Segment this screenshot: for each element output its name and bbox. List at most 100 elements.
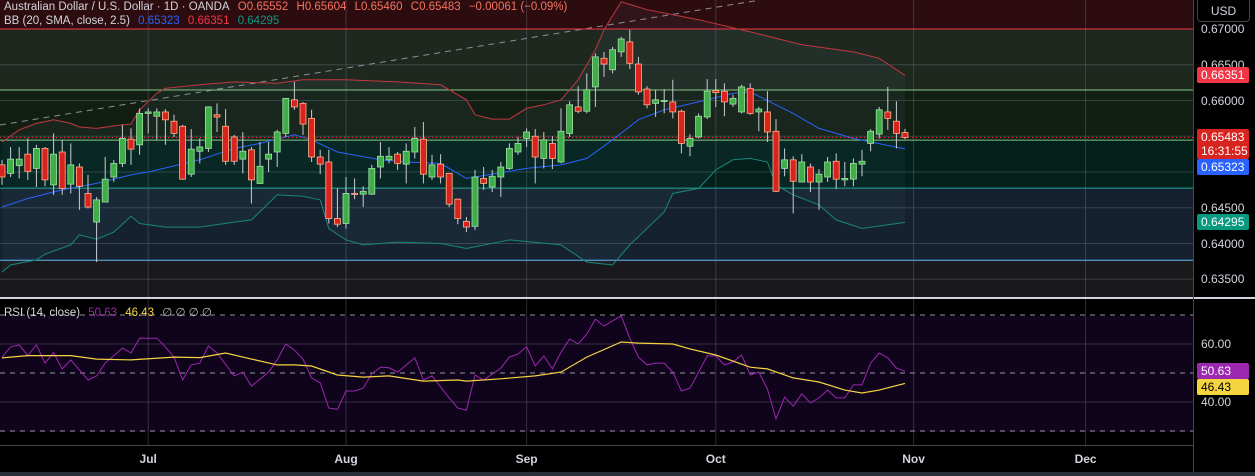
- candle-body-down: [247, 149, 255, 181]
- date-tick-label: Dec: [1074, 452, 1097, 466]
- last-price-badge: 0.65483 16:31:55: [1197, 129, 1249, 160]
- candle: [695, 113, 702, 139]
- ohlc-open: O0.65552: [237, 1, 289, 13]
- candle-body-down: [76, 166, 83, 187]
- rsi-extra-values: ∅ ∅ ∅ ∅: [162, 307, 212, 319]
- candle-body-down: [746, 87, 754, 114]
- candle-body-up: [841, 178, 849, 181]
- candle-body-down: [84, 193, 92, 208]
- currency-button[interactable]: USD: [1197, 0, 1250, 22]
- candle-body-down: [574, 106, 582, 112]
- candle-body-up: [196, 146, 204, 152]
- time-axis-separator: [0, 445, 1193, 446]
- candle-body-up: [15, 158, 23, 166]
- candle-body-down: [901, 132, 909, 138]
- candle-body-up: [609, 49, 616, 71]
- candle-body-down: [161, 111, 169, 121]
- candle-body-down: [308, 117, 316, 158]
- candle-body-down: [437, 163, 445, 178]
- candle-body-up: [282, 97, 290, 134]
- candle-body-up: [471, 176, 479, 227]
- ohlc-change: −0.00061 (−0.09%): [468, 1, 568, 13]
- price-tick-label: 0.66000: [1201, 93, 1245, 108]
- rsi-band-background: [0, 316, 1193, 432]
- candle-body-up: [566, 104, 573, 134]
- candle-body-up: [101, 178, 109, 203]
- candle-body-up: [755, 108, 763, 113]
- candle-body-up: [411, 137, 419, 153]
- candle: [368, 164, 376, 195]
- candle-body-down: [712, 90, 720, 94]
- candle-body-down: [626, 41, 634, 64]
- bb-lower-value: 0.64295: [237, 15, 280, 27]
- date-tick-label: Sep: [515, 452, 538, 466]
- candle-body-up: [540, 139, 548, 159]
- candle-body-down: [643, 88, 651, 106]
- date-tick-label: Aug: [334, 452, 358, 466]
- rsi-ma-value: 46.43: [125, 307, 155, 319]
- candle-body-down: [213, 114, 221, 118]
- candle-body-up: [33, 148, 40, 169]
- candle-body-down: [832, 160, 840, 180]
- bottom-strip: [0, 472, 1255, 476]
- rsi-tick-label: 40.00: [1201, 395, 1232, 409]
- candle-body-up: [824, 161, 831, 178]
- chart-canvas[interactable]: [0, 0, 1255, 476]
- candle-body-up: [265, 153, 273, 160]
- candle-body-up: [858, 160, 866, 165]
- candle-body-down: [678, 110, 685, 144]
- candle-body-up: [850, 163, 857, 180]
- candle-body-down: [600, 57, 608, 65]
- candle-body-up: [505, 148, 513, 169]
- candle-body-down: [170, 120, 178, 134]
- bb-basis-badge: 0.65323: [1197, 158, 1249, 175]
- candle-body-down: [0, 164, 6, 178]
- rsi-tick-label: 60.00: [1201, 337, 1232, 351]
- symbol-legend: Australian Dollar / U.S. Dollar · 1D · O…: [4, 1, 572, 13]
- candle: [230, 134, 238, 165]
- candle-body-up: [798, 161, 806, 183]
- candle-body-up: [652, 99, 659, 104]
- candle: [445, 173, 453, 208]
- pane-separator[interactable]: [0, 297, 1255, 299]
- candle: [204, 106, 212, 152]
- candle-body-up: [385, 155, 393, 161]
- rsi-label[interactable]: RSI (14, close): [4, 307, 80, 319]
- candle-body-up: [50, 153, 57, 186]
- candle-body-down: [884, 111, 892, 119]
- candle-body-up: [342, 193, 350, 224]
- bar-countdown: 16:31:55: [1201, 144, 1248, 159]
- candle-body-down: [531, 135, 539, 158]
- candle-body-down: [41, 148, 49, 181]
- candle-body-down: [462, 220, 470, 228]
- symbol-title[interactable]: Australian Dollar / U.S. Dollar · 1D · O…: [4, 1, 230, 13]
- bb-label[interactable]: BB (20, SMA, close, 2.5): [4, 15, 130, 27]
- candle-body-down: [179, 125, 187, 180]
- candle-body-down: [480, 178, 488, 184]
- candle-body-down: [419, 138, 427, 175]
- date-tick-label: Nov: [902, 452, 925, 466]
- candle-body-down: [549, 142, 556, 159]
- candle-body-up: [153, 111, 161, 117]
- candle-body-down: [290, 99, 298, 108]
- candle-body-up: [703, 90, 711, 118]
- candle-body-down: [24, 153, 32, 172]
- candle-body-up: [729, 97, 737, 105]
- candle-body-down: [772, 130, 780, 192]
- ohlc-high: H0.65604: [296, 1, 347, 13]
- candle-body-down: [445, 173, 453, 205]
- candle-body-up: [119, 137, 126, 164]
- ohlc-close: C0.65483: [410, 1, 461, 13]
- candle-body-up: [402, 150, 410, 165]
- candle-body-up: [67, 164, 75, 185]
- candle-body-up: [617, 38, 625, 53]
- candle-body-up: [488, 175, 496, 188]
- candle-body-up: [867, 130, 874, 144]
- candle-body-down: [454, 198, 462, 219]
- candle-body-down: [721, 90, 728, 103]
- price-tick-label: 0.64500: [1201, 200, 1245, 215]
- candle: [643, 86, 651, 109]
- candle: [471, 169, 479, 230]
- candle: [738, 84, 745, 114]
- candle-body-up: [686, 137, 694, 147]
